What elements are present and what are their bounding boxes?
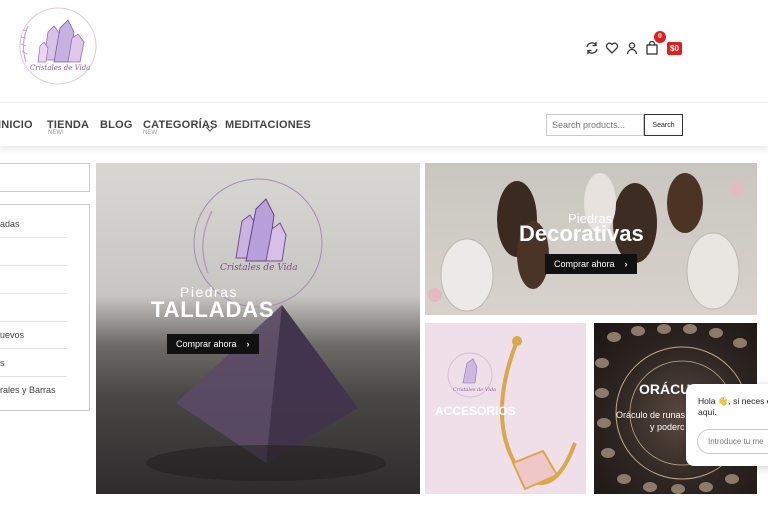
banner-logo-text: Cristales de Vida [453, 387, 497, 393]
banner-accesorios[interactable]: Cristales de Vida ACCESORIOS [425, 323, 586, 494]
sidebar-header[interactable] [0, 163, 90, 192]
sidebar-item[interactable]: adas [0, 211, 67, 238]
shop-now-button[interactable]: Comprar ahora › [167, 334, 259, 354]
sidebar-item[interactable]: rales y Barras [0, 377, 67, 404]
banner-title-main: ORÁCU [639, 381, 691, 397]
header-icons: 0 [582, 31, 666, 58]
chevron-right-icon: › [246, 339, 250, 349]
sidebar-divider [0, 321, 67, 322]
sidebar-category-menu: adas uevos s rales y Barras [0, 204, 90, 411]
shop-now-button[interactable]: Comprar ahora › [545, 254, 637, 274]
logo-text: Cristales de Vida [30, 64, 91, 72]
refresh-icon[interactable] [582, 38, 602, 58]
amethyst-pyramid-image [146, 178, 386, 481]
user-icon[interactable] [622, 38, 642, 58]
banner-piedras-decorativas[interactable]: Piedras Decorativas Comprar ahora › [425, 163, 757, 315]
chevron-down-icon[interactable] [205, 120, 215, 138]
site-logo[interactable]: Cristales de Vida [14, 6, 102, 86]
nav-item-meditaciones[interactable]: MEDITACIONES [225, 119, 311, 131]
button-label: Comprar ahora [176, 339, 237, 349]
search-input[interactable] [546, 114, 644, 136]
nav-item-blog[interactable]: BLOG [100, 119, 133, 131]
nav-item-inicio[interactable]: INICIO [0, 119, 33, 131]
cart-total[interactable]: $0 [667, 42, 682, 55]
sidebar-item[interactable] [0, 239, 67, 266]
page: Cristales de Vida 0 $0 INICIO TIENDA NEW… [0, 0, 768, 516]
heart-icon[interactable] [602, 38, 622, 58]
button-label: Comprar ahora [554, 259, 615, 269]
banner-line-1: Oráculo de runas [616, 410, 686, 420]
main-nav: INICIO TIENDA NEW! BLOG CATEGORÍAS NEW M… [0, 102, 768, 146]
banner-title-main: ACCESORIOS [435, 404, 516, 418]
banner-line-2: y poderc [650, 422, 685, 432]
banner-title-main: Decorativas [519, 221, 644, 246]
sidebar-item[interactable]: uevos [0, 322, 67, 349]
cart-count-badge: 0 [654, 31, 666, 43]
chevron-right-icon: › [624, 259, 628, 269]
chat-widget[interactable]: Hola 👋, si neces estoy aquí. [686, 384, 768, 466]
banner-logo-text: Cristales de Vida [220, 263, 298, 273]
nav-badge-new: NEW! [48, 130, 64, 136]
banner-piedras-talladas[interactable]: Cristales de Vida Piedras TALLADAS Compr… [96, 163, 420, 494]
sidebar-item[interactable]: s [0, 350, 67, 377]
chat-message: Hola 👋, si neces estoy aquí. [698, 396, 768, 417]
nav-badge-new: NEW [143, 130, 157, 136]
bag-icon[interactable]: 0 [642, 31, 666, 58]
sidebar-item[interactable] [0, 267, 67, 294]
chat-input[interactable] [697, 429, 768, 454]
banner-title-main: TALLADAS [151, 297, 275, 322]
search-button[interactable]: Search [644, 114, 683, 136]
